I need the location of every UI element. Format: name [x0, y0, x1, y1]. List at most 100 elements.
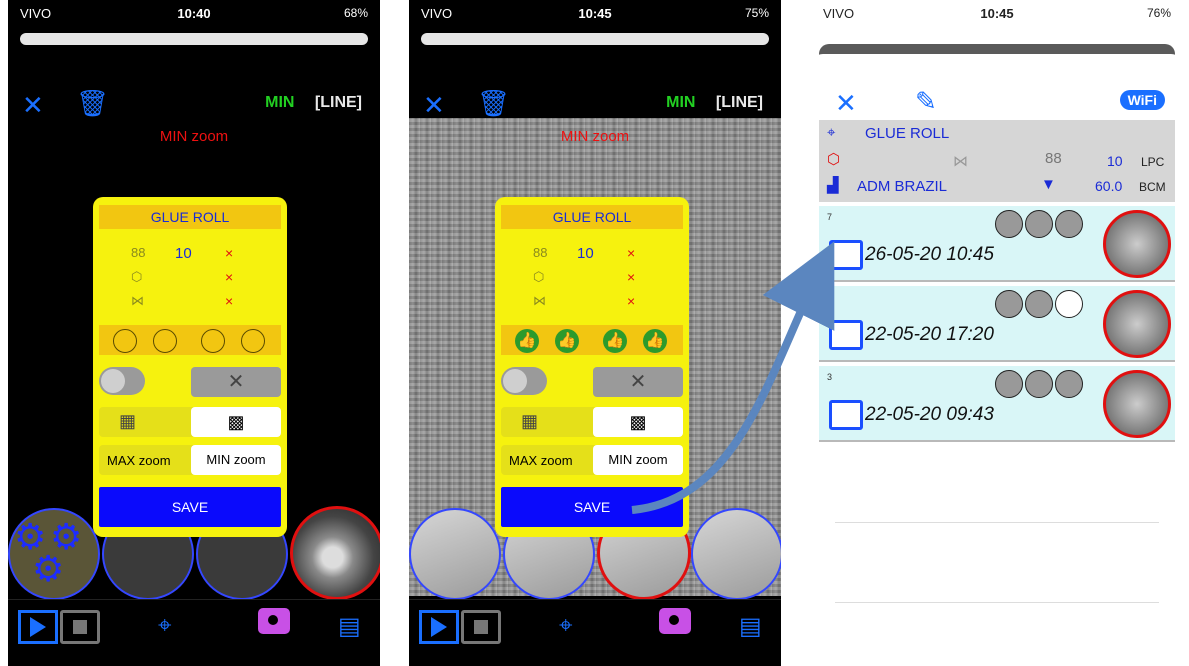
- tag-icon[interactable]: ⌖: [559, 612, 573, 640]
- status-bar: VIVO 10:45 75%: [409, 0, 781, 26]
- check-row: [99, 325, 281, 355]
- clear-hex-button[interactable]: ×: [225, 269, 233, 285]
- close-icon[interactable]: ✕: [22, 90, 44, 121]
- trash-icon[interactable]: 🗑: [477, 88, 510, 119]
- clipboard-icon[interactable]: ▤: [338, 612, 361, 641]
- clear-lpc-button[interactable]: ×: [225, 245, 233, 261]
- battery-level: 76%: [1146, 6, 1171, 20]
- roll-row: ⋈ ×: [93, 293, 287, 315]
- clear-roll-button[interactable]: ×: [225, 293, 233, 309]
- clipboard-icon[interactable]: ▤: [739, 612, 762, 641]
- pattern-selector[interactable]: ▦ ▩: [99, 407, 281, 437]
- tools-button[interactable]: ✕: [191, 367, 281, 397]
- pattern-diamond-icon[interactable]: ▩: [191, 407, 281, 437]
- hexagon-icon: ⬡: [533, 269, 545, 284]
- thumbs-up-icon[interactable]: 👍: [603, 329, 627, 353]
- item-thumb: [1025, 290, 1053, 318]
- item-datetime: 26-05-20 10:45: [865, 244, 994, 265]
- screen-capture-2: VIVO 10:45 75% ✕ 🗑 MIN [LINE] MIN zoom G…: [409, 0, 781, 666]
- item-thumb: [995, 370, 1023, 398]
- play-button[interactable]: [18, 610, 58, 644]
- min-zoom-option[interactable]: MIN zoom: [191, 445, 281, 475]
- tools-icon: ✕: [629, 371, 647, 393]
- lpc-icon: 88: [533, 245, 548, 260]
- clear-roll-button[interactable]: ×: [627, 293, 635, 309]
- mode-toggle[interactable]: MIN [LINE]: [666, 94, 763, 112]
- thumbs-up-icon[interactable]: 👍: [515, 329, 539, 353]
- check-4[interactable]: [241, 329, 265, 353]
- thumbs-up-icon[interactable]: 👍: [555, 329, 579, 353]
- item-thumb: [1025, 210, 1053, 238]
- pattern-grid-icon[interactable]: ▦: [521, 411, 538, 432]
- item-thumb: [1055, 210, 1083, 238]
- pattern-selector[interactable]: ▦ ▩: [501, 407, 683, 437]
- toggle-switch[interactable]: [501, 367, 547, 395]
- list-item[interactable]: 3 22-05-20 09:43: [819, 366, 1175, 442]
- save-button[interactable]: SAVE: [99, 487, 281, 527]
- sheet-handle[interactable]: [421, 33, 769, 45]
- trash-icon[interactable]: 🗑: [76, 88, 109, 119]
- pattern-grid-icon[interactable]: ▦: [119, 411, 136, 432]
- check-3[interactable]: [201, 329, 225, 353]
- save-button[interactable]: SAVE: [501, 487, 683, 527]
- list-item[interactable]: 6 22-05-20 17:20: [819, 286, 1175, 362]
- zoom-selector[interactable]: MAX zoom MIN zoom: [99, 445, 281, 475]
- factory-icon: ▟: [827, 177, 839, 194]
- calendar-icon: [829, 320, 863, 350]
- clear-hex-button[interactable]: ×: [627, 269, 635, 285]
- zoom-title: MIN zoom: [560, 128, 630, 145]
- stop-button[interactable]: [60, 610, 100, 644]
- max-zoom-option[interactable]: MAX zoom: [107, 453, 171, 468]
- pattern-diamond-icon[interactable]: ▩: [593, 407, 683, 437]
- toggle-switch[interactable]: [99, 367, 145, 395]
- battery-level: 68%: [343, 6, 368, 20]
- battery-level: 75%: [744, 6, 769, 20]
- roll-icon: ⋈: [131, 293, 144, 308]
- stop-button[interactable]: [461, 610, 501, 644]
- tag-icon[interactable]: ⌖: [158, 612, 172, 640]
- thumbs-up-icon[interactable]: 👍: [643, 329, 667, 353]
- close-icon[interactable]: ✕: [423, 90, 445, 121]
- wifi-icon[interactable]: WiFi: [1119, 90, 1165, 110]
- camera-icon[interactable]: [659, 608, 691, 634]
- zoom-title: MIN zoom: [159, 128, 229, 145]
- check-1[interactable]: [113, 329, 137, 353]
- mode-min[interactable]: MIN: [265, 94, 294, 111]
- bcm-value: 60.0: [1095, 178, 1123, 194]
- thumbnail-gears[interactable]: ⚙ ⚙ ⚙: [8, 508, 100, 600]
- check-2[interactable]: [153, 329, 177, 353]
- sheet-handle[interactable]: [20, 33, 368, 45]
- item-number: 7: [827, 212, 833, 222]
- clear-lpc-button[interactable]: ×: [627, 245, 635, 261]
- lpc-row: 88 10 ×: [93, 245, 287, 267]
- bottom-toolbar: ⌖ ▤: [409, 599, 781, 666]
- settings-panel: GLUE ROLL 88 10 × ⬡ × ⋈ × 👍 👍 👍 👍 ✕ ▦ ▩ …: [495, 197, 689, 537]
- mode-line[interactable]: [LINE]: [716, 94, 763, 111]
- screen-capture-1: VIVO 10:40 68% ✕ 🗑 MIN [LINE] MIN zoom ⚙…: [8, 0, 380, 666]
- close-icon[interactable]: ✕: [835, 88, 857, 119]
- zoom-selector[interactable]: MAX zoom MIN zoom: [501, 445, 683, 475]
- play-button[interactable]: [419, 610, 459, 644]
- panel-title: GLUE ROLL: [99, 205, 281, 229]
- thumbnail-selected[interactable]: [290, 506, 380, 600]
- mode-line[interactable]: [LINE]: [315, 94, 362, 111]
- mode-toggle[interactable]: MIN [LINE]: [265, 94, 362, 112]
- product-header: ⌖ GLUE ROLL ⬡ ⋈ 88 10 LPC ▟ ADM BRAZIL ▼…: [819, 120, 1175, 202]
- thumbnail-4[interactable]: [691, 508, 781, 600]
- divider: [835, 522, 1159, 523]
- edit-icon[interactable]: ✎: [915, 86, 937, 117]
- camera-icon[interactable]: [258, 608, 290, 634]
- max-zoom-option[interactable]: MAX zoom: [509, 453, 573, 468]
- mode-min[interactable]: MIN: [666, 94, 695, 111]
- list-item[interactable]: 7 26-05-20 10:45: [819, 206, 1175, 282]
- min-zoom-option[interactable]: MIN zoom: [593, 445, 683, 475]
- clock: 10:40: [177, 6, 211, 21]
- item-thumb: [1055, 290, 1083, 318]
- roll-row: ⋈ ×: [495, 293, 689, 315]
- calendar-icon: [829, 240, 863, 270]
- clock: 10:45: [980, 6, 1014, 21]
- hex-row: ⬡ ×: [495, 269, 689, 291]
- thumbnail-1[interactable]: [409, 508, 501, 600]
- hexagon-icon: ⬡: [131, 269, 143, 284]
- tools-button[interactable]: ✕: [593, 367, 683, 397]
